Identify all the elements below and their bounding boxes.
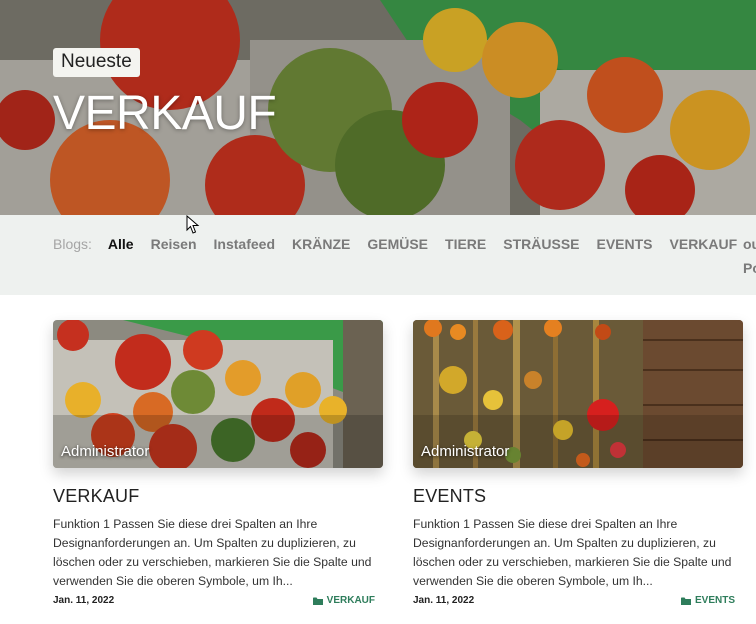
post-thumbnail[interactable]: Administrator <box>53 320 383 468</box>
hero-banner: Neueste VERKAUF <box>0 0 756 215</box>
blog-filter-bar: Blogs: Alle Reisen Instafeed KRÄNZE GEMÜ… <box>0 215 756 295</box>
hero-badge: Neueste <box>53 48 140 77</box>
post-author: Administrator <box>421 443 510 460</box>
post-author: Administrator <box>61 443 150 460</box>
post-title[interactable]: VERKAUF <box>53 486 383 507</box>
folder-icon <box>680 597 691 605</box>
filter-item-tiere[interactable]: TIERE <box>445 236 486 252</box>
post-tag-label: EVENTS <box>694 595 735 606</box>
post-card[interactable]: Administrator EVENTS Funktion 1 Passen S… <box>413 320 743 606</box>
filter-item-kraenze[interactable]: KRÄNZE <box>292 236 350 252</box>
post-card[interactable]: Administrator VERKAUF Funktion 1 Passen … <box>53 320 383 606</box>
filter-item-verkauf[interactable]: VERKAUF <box>670 236 738 252</box>
post-tag-label: VERKAUF <box>326 595 375 606</box>
post-meta: Jan. 11, 2022 VERKAUF <box>53 595 383 606</box>
filter-item-alle[interactable]: Alle <box>108 236 134 252</box>
filter-item-gemuese[interactable]: GEMÜSE <box>367 236 428 252</box>
filter-list: Blogs: Alle Reisen Instafeed KRÄNZE GEMÜ… <box>53 236 754 252</box>
filter-item-overflow-2[interactable]: Po <box>743 260 756 276</box>
mouse-cursor-icon <box>186 215 200 234</box>
post-meta: Jan. 11, 2022 EVENTS <box>413 595 743 606</box>
post-title[interactable]: EVENTS <box>413 486 743 507</box>
folder-icon <box>312 597 323 605</box>
post-date: Jan. 11, 2022 <box>413 595 475 606</box>
filter-item-reisen[interactable]: Reisen <box>151 236 197 252</box>
filter-item-instafeed[interactable]: Instafeed <box>214 236 275 252</box>
filter-item-overflow[interactable]: ou <box>743 236 756 252</box>
filter-item-straeusse[interactable]: STRÄUSSE <box>503 236 579 252</box>
post-tag[interactable]: VERKAUF <box>312 595 383 606</box>
post-date: Jan. 11, 2022 <box>53 595 115 606</box>
post-excerpt: Funktion 1 Passen Sie diese drei Spalten… <box>413 517 732 588</box>
filter-item-events[interactable]: EVENTS <box>597 236 653 252</box>
post-thumbnail[interactable]: Administrator <box>413 320 743 468</box>
hero-title: VERKAUF <box>53 87 277 140</box>
filter-label: Blogs: <box>53 236 92 252</box>
post-tag[interactable]: EVENTS <box>680 595 743 606</box>
post-excerpt: Funktion 1 Passen Sie diese drei Spalten… <box>53 517 372 588</box>
